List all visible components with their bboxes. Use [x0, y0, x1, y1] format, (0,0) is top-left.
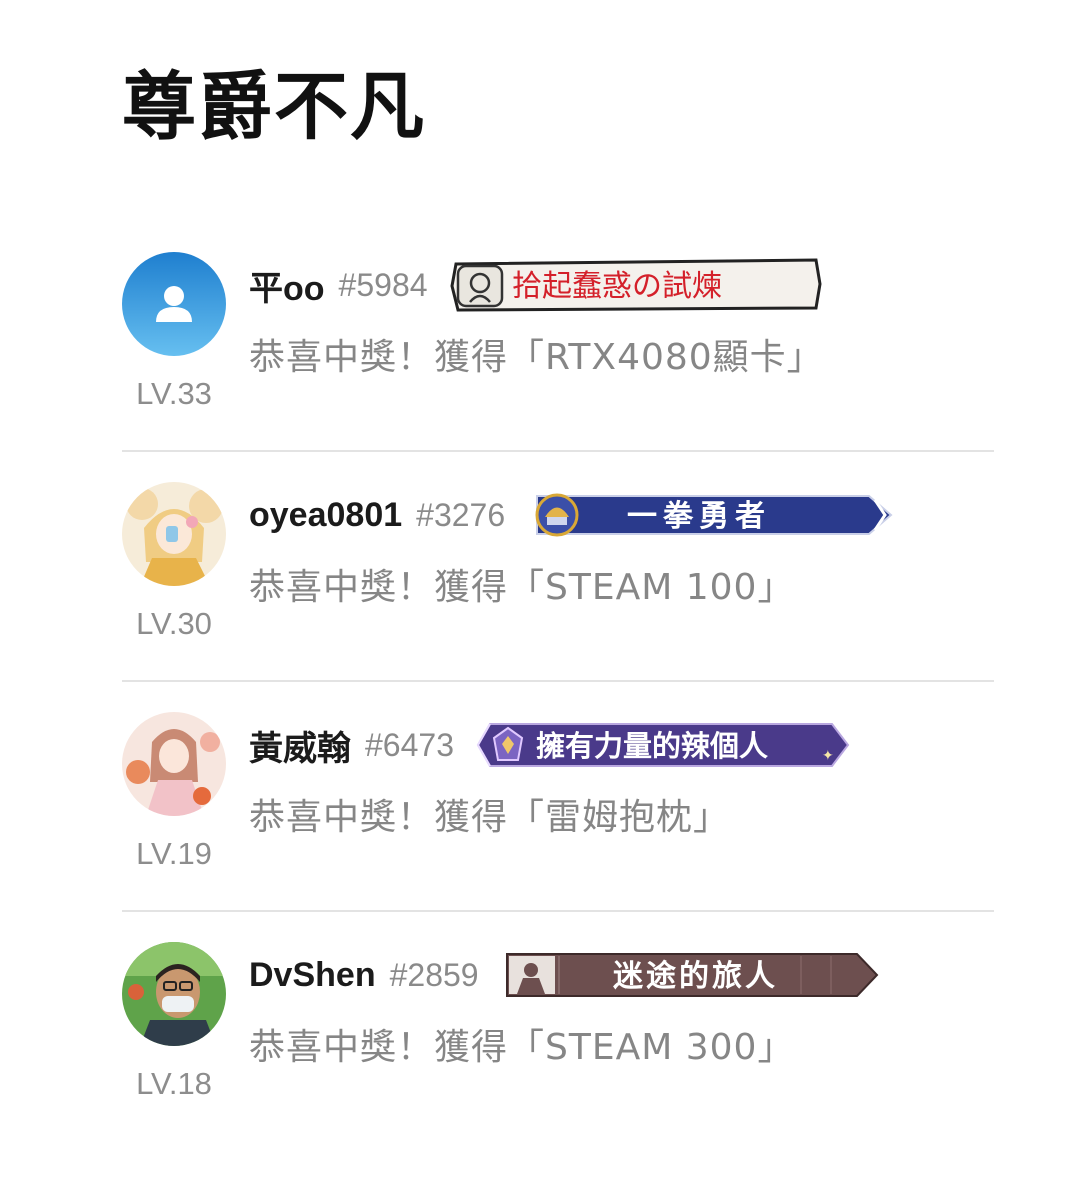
prize-message: 恭喜中獎！獲得「STEAM 100」: [249, 558, 994, 610]
name-line: 平oo #5984 拾起蠢惑の試煉: [249, 258, 994, 312]
winner-info: DvShen #2859 迷途的旅人 恭喜中獎！獲得「STEAM 300」: [249, 950, 994, 1070]
helmet-icon: [535, 493, 579, 537]
prize-prefix: 恭喜中獎！獲得: [249, 337, 509, 378]
username[interactable]: DvShen: [249, 956, 376, 995]
winner-row: LV.30 oyea0801 #3276 一拳勇者 恭喜中獎！獲得「STEAM …: [122, 460, 994, 690]
badge-graphic: 拾起蠢惑の試煉: [449, 258, 822, 312]
page-title: 尊爵不凡: [122, 64, 426, 150]
svg-text:✦: ✦: [822, 748, 834, 764]
prize-prefix: 恭喜中獎！獲得: [249, 797, 509, 838]
prize-name: 「STEAM 300」: [508, 1027, 795, 1068]
prize-name: 「雷姆抱枕」: [508, 797, 731, 838]
badge-graphic: 迷途的旅人: [505, 953, 878, 997]
anime-girl-avatar: [122, 712, 226, 816]
row-divider: [122, 680, 994, 682]
prize-name: 「STEAM 100」: [508, 567, 795, 608]
winner-row: LV.33 平oo #5984 拾起蠢惑の試煉 恭喜中獎！獲得「RTX4080顯…: [122, 230, 994, 460]
username[interactable]: 平oo: [249, 261, 325, 310]
user-level: LV.18: [136, 1066, 212, 1101]
traveler-icon: [508, 956, 555, 994]
avatar[interactable]: [122, 942, 226, 1046]
avatar[interactable]: [122, 252, 226, 356]
winner-row: LV.19 黃威翰 #6473 ✦ 擁有力量的辣個人 恭喜中獎！獲得「雷姆抱枕」: [122, 690, 994, 920]
avatar[interactable]: [122, 482, 226, 586]
row-divider: [122, 910, 994, 912]
prize-prefix: 恭喜中獎！獲得: [249, 1027, 509, 1068]
avatar[interactable]: [122, 712, 226, 816]
prize-message: 恭喜中獎！獲得「雷姆抱枕」: [249, 788, 994, 840]
winner-row: LV.18 DvShen #2859 迷途的旅人 恭喜中獎！獲得「STEAM 3…: [122, 920, 994, 1150]
badge-graphic: 一拳勇者: [535, 493, 893, 537]
winner-info: 平oo #5984 拾起蠢惑の試煉 恭喜中獎！獲得「RTX4080顯卡」: [249, 258, 994, 380]
winner-info: 黃威翰 #6473 ✦ 擁有力量的辣個人 恭喜中獎！獲得「雷姆抱枕」: [249, 720, 994, 840]
title-badge[interactable]: 拾起蠢惑の試煉: [449, 258, 822, 312]
badge-title: 拾起蠢惑の試煉: [512, 269, 722, 304]
prize-message: 恭喜中獎！獲得「RTX4080顯卡」: [249, 328, 994, 380]
user-id: #3276: [416, 496, 506, 533]
user-level: LV.19: [136, 836, 212, 871]
badge-title: 迷途的旅人: [613, 959, 778, 994]
badge-title: 一拳勇者: [627, 499, 771, 534]
name-line: DvShen #2859 迷途的旅人: [249, 950, 994, 1000]
user-level: LV.30: [136, 606, 212, 641]
knight-portrait-icon: [456, 264, 503, 308]
name-line: oyea0801 #3276 一拳勇者: [249, 490, 994, 540]
winners-list: LV.33 平oo #5984 拾起蠢惑の試煉 恭喜中獎！獲得「RTX4080顯…: [122, 230, 994, 1150]
title-badge[interactable]: 迷途的旅人: [501, 948, 881, 1002]
title-badge[interactable]: ✦ 擁有力量的辣個人: [476, 718, 852, 772]
default-user-icon: [122, 252, 226, 356]
username[interactable]: oyea0801: [249, 496, 402, 535]
winner-info: oyea0801 #3276 一拳勇者 恭喜中獎！獲得「STEAM 100」: [249, 490, 994, 610]
prize-prefix: 恭喜中獎！獲得: [249, 567, 509, 608]
user-id: #5984: [338, 266, 428, 303]
prize-message: 恭喜中獎！獲得「STEAM 300」: [249, 1018, 994, 1070]
badge-title: 擁有力量的辣個人: [536, 729, 768, 763]
username[interactable]: 黃威翰: [249, 721, 351, 770]
prize-name: 「RTX4080顯卡」: [508, 337, 824, 378]
user-id: #2859: [389, 956, 479, 993]
photo-avatar: [122, 942, 226, 1046]
name-line: 黃威翰 #6473 ✦ 擁有力量的辣個人: [249, 720, 994, 770]
badge-graphic: ✦ 擁有力量的辣個人: [476, 723, 850, 767]
user-level: LV.33: [136, 376, 212, 411]
row-divider: [122, 450, 994, 452]
user-id: #6473: [365, 726, 454, 763]
title-badge[interactable]: 一拳勇者: [527, 488, 895, 542]
anime-girl-avatar: [122, 482, 226, 586]
